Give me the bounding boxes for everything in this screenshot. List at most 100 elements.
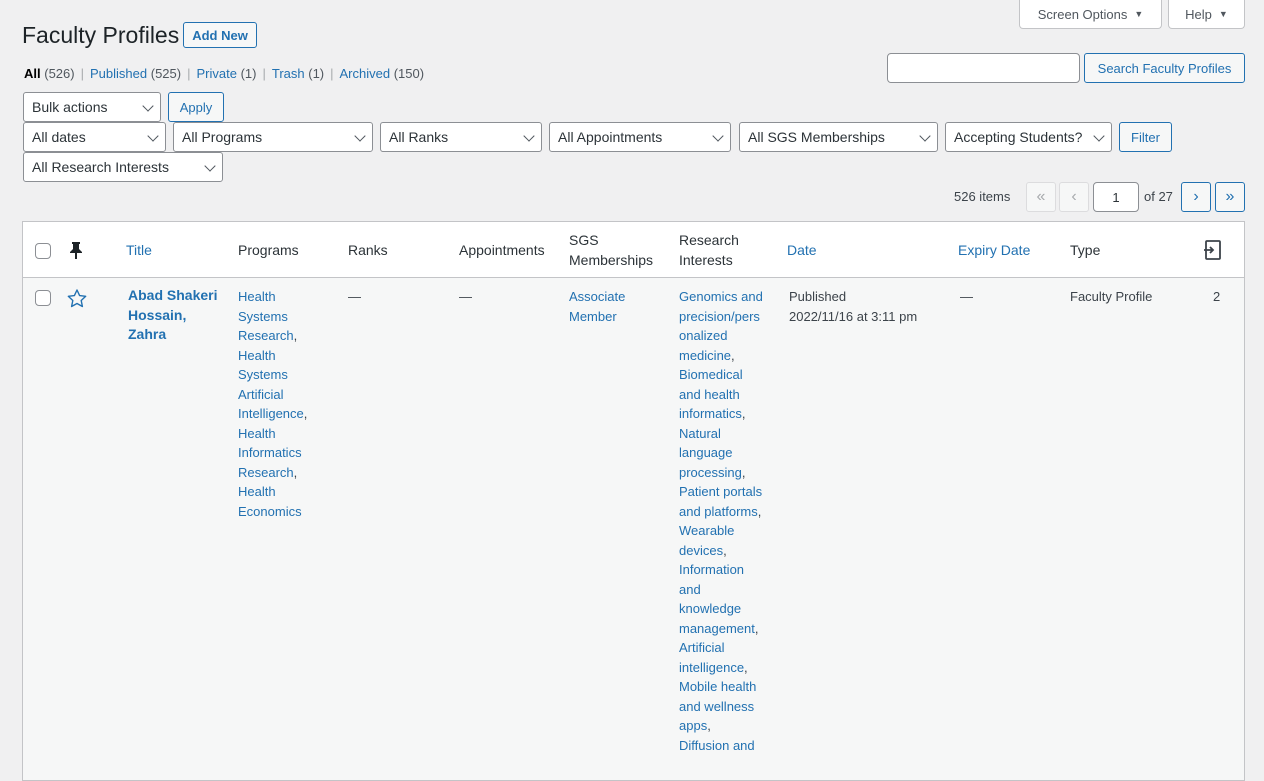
research-interest-link-line[interactable]: Information: [679, 560, 763, 580]
program-link-line[interactable]: Research,: [238, 326, 307, 346]
sgs-memberships-filter[interactable]: All SGS Memberships: [739, 122, 938, 152]
program-link-line[interactable]: Artificial: [238, 385, 307, 405]
view-published[interactable]: Published (525): [90, 66, 181, 81]
row-title-link[interactable]: Abad Shakeri Hossain, Zahra: [128, 286, 217, 345]
view-archived[interactable]: Archived (150): [340, 66, 425, 81]
revisions-icon: [1204, 240, 1221, 260]
type-cell: Faculty Profile: [1070, 289, 1153, 304]
research-interest-link-line[interactable]: processing,: [679, 463, 763, 483]
research-interest-link-line[interactable]: knowledge: [679, 599, 763, 619]
revisions-count: 2: [1213, 289, 1221, 304]
program-link-line[interactable]: Systems: [238, 365, 307, 385]
screen-options-tab[interactable]: Screen Options ▼: [1019, 0, 1162, 29]
chevron-down-icon: [919, 130, 931, 142]
first-page-button: «: [1026, 182, 1056, 212]
programs-filter[interactable]: All Programs: [173, 122, 373, 152]
column-expiry-date[interactable]: Expiry Date: [958, 240, 1030, 260]
caret-down-icon: ▼: [1218, 9, 1228, 19]
research-interest-link-line[interactable]: medicine,: [679, 346, 763, 366]
research-interest-link-line[interactable]: Biomedical: [679, 365, 763, 385]
program-link-line[interactable]: Research,: [238, 463, 307, 483]
column-programs: Programs: [238, 242, 299, 258]
select-all-checkbox[interactable]: [35, 243, 51, 259]
prev-page-button: ‹: [1059, 182, 1089, 212]
research-interests-filter[interactable]: All Research Interests: [23, 152, 223, 182]
research-interest-link-line[interactable]: and wellness: [679, 697, 763, 717]
date-cell: Published 2022/11/16 at 3:11 pm: [789, 289, 918, 324]
research-interest-link-line[interactable]: and health: [679, 385, 763, 405]
research-interest-link-line[interactable]: Patient portals: [679, 482, 763, 502]
star-outline-icon[interactable]: [67, 289, 87, 308]
current-page-input[interactable]: 1: [1093, 182, 1139, 212]
research-interest-link-line[interactable]: precision/pers: [679, 307, 763, 327]
research-interest-link-line[interactable]: intelligence,: [679, 658, 763, 678]
pin-icon: [70, 242, 82, 259]
program-link-line[interactable]: Informatics: [238, 443, 307, 463]
column-appointments: Appointments: [459, 242, 545, 258]
research-interest-link-line[interactable]: apps,: [679, 716, 763, 736]
research-cell: Genomics and precision/pers onalized medici…: [679, 287, 763, 755]
view-private[interactable]: Private (1): [196, 66, 256, 81]
last-page-button[interactable]: »: [1215, 182, 1245, 212]
research-interest-link-line[interactable]: Natural: [679, 424, 763, 444]
research-interest-link-line[interactable]: Wearable: [679, 521, 763, 541]
posts-table: Title Programs Ranks Appointments SGS Me…: [22, 221, 1245, 781]
chevron-down-icon: [712, 130, 724, 142]
accepting-students-filter[interactable]: Accepting Students?: [945, 122, 1112, 152]
expiry-cell: —: [960, 289, 973, 304]
filter-button[interactable]: Filter: [1119, 122, 1172, 152]
help-tab[interactable]: Help ▼: [1168, 0, 1245, 29]
appointments-cell: —: [459, 289, 472, 304]
search-button[interactable]: Search Faculty Profiles: [1084, 53, 1245, 83]
program-link-line[interactable]: Economics: [238, 502, 307, 522]
column-date[interactable]: Date: [787, 240, 817, 260]
view-trash[interactable]: Trash (1): [272, 66, 324, 81]
chevron-down-icon: [204, 160, 216, 172]
program-link-line[interactable]: Intelligence,: [238, 404, 307, 424]
search-input[interactable]: [887, 53, 1080, 83]
bulk-actions-select[interactable]: Bulk actions: [23, 92, 161, 122]
research-interest-link-line[interactable]: Mobile health: [679, 677, 763, 697]
program-link-line[interactable]: Health: [238, 424, 307, 444]
research-interest-link-line[interactable]: onalized: [679, 326, 763, 346]
items-count: 526 items: [954, 189, 1011, 204]
program-link-line[interactable]: Health: [238, 346, 307, 366]
program-link-line[interactable]: Health: [238, 287, 307, 307]
table-header: Title Programs Ranks Appointments SGS Me…: [23, 222, 1244, 278]
research-interest-link-line[interactable]: informatics,: [679, 404, 763, 424]
research-interest-link-line[interactable]: devices,: [679, 541, 763, 561]
next-page-button[interactable]: ›: [1181, 182, 1211, 212]
column-type: Type: [1070, 242, 1101, 258]
ranks-filter[interactable]: All Ranks: [380, 122, 542, 152]
add-new-button[interactable]: Add New: [183, 22, 257, 48]
chevron-down-icon: [354, 130, 366, 142]
sgs-cell[interactable]: Associate Member: [569, 287, 625, 326]
research-interest-link-line[interactable]: Diffusion and: [679, 736, 763, 756]
program-link-line[interactable]: Systems: [238, 307, 307, 327]
chevron-down-icon: [147, 130, 159, 142]
apply-button[interactable]: Apply: [168, 92, 224, 122]
help-label: Help: [1185, 6, 1212, 22]
caret-down-icon: ▼: [1134, 9, 1144, 19]
research-interest-link-line[interactable]: and platforms,: [679, 502, 763, 522]
post-status-views: All (526) | Published (525) | Private (1…: [24, 66, 425, 81]
research-interest-link-line[interactable]: and: [679, 580, 763, 600]
page-title: Faculty Profiles: [22, 22, 180, 48]
dates-filter[interactable]: All dates: [23, 122, 166, 152]
ranks-cell: —: [348, 289, 361, 304]
research-interest-link-line[interactable]: Artificial: [679, 638, 763, 658]
row-checkbox[interactable]: [35, 290, 51, 306]
column-ranks: Ranks: [348, 242, 388, 258]
research-interest-link-line[interactable]: management,: [679, 619, 763, 639]
appointments-filter[interactable]: All Appointments: [549, 122, 731, 152]
view-all[interactable]: All (526): [24, 66, 75, 81]
research-interest-link-line[interactable]: language: [679, 443, 763, 463]
screen-options-label: Screen Options: [1037, 6, 1128, 22]
chevron-down-icon: [142, 100, 154, 112]
research-interest-link-line[interactable]: Genomics and: [679, 287, 763, 307]
column-sgs-memberships: SGS Memberships: [569, 232, 654, 268]
total-pages: of 27: [1144, 189, 1173, 204]
column-title[interactable]: Title: [126, 240, 152, 260]
column-research-interests: Research Interests: [679, 232, 739, 268]
program-link-line[interactable]: Health: [238, 482, 307, 502]
